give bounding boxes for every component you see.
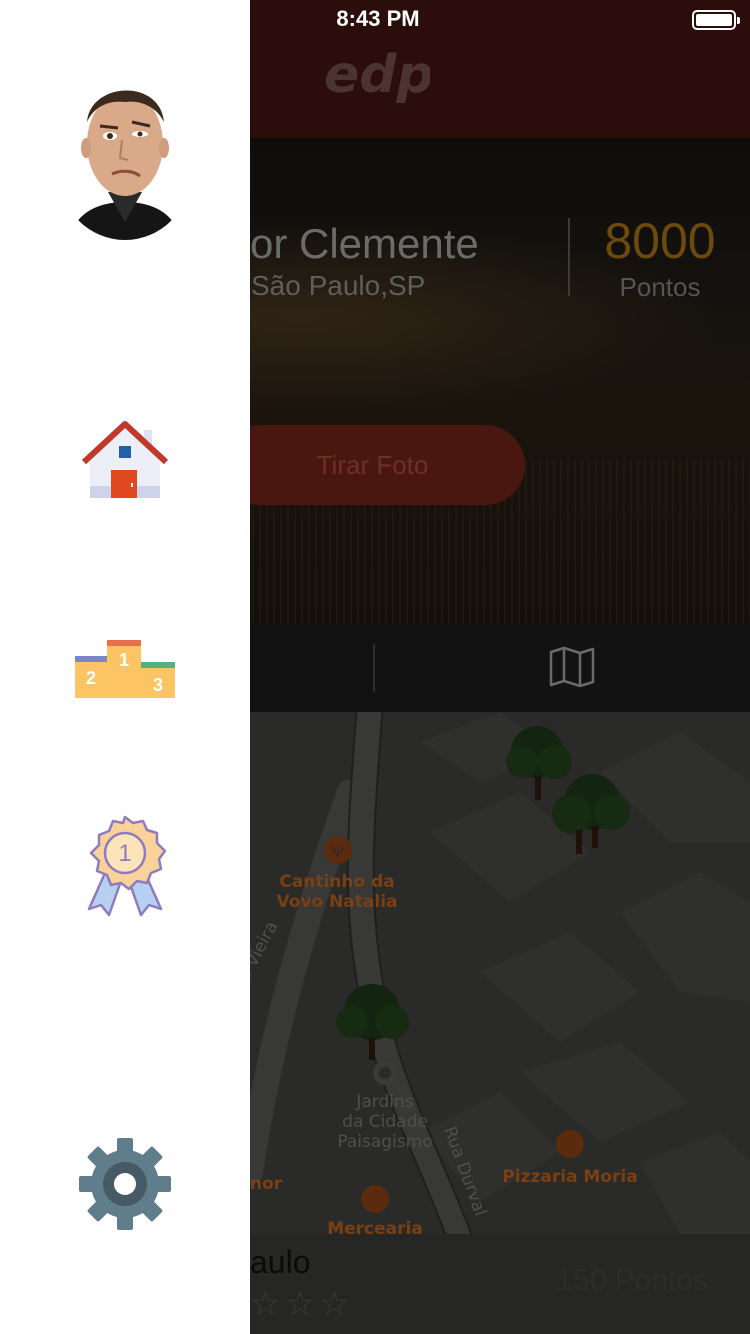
battery-icon <box>692 10 740 30</box>
rating-stars: ☆☆☆ <box>250 1285 354 1323</box>
place-label[interactable]: Pizzaria Moria <box>500 1167 640 1187</box>
user-location: São Paulo,SP <box>251 270 426 301</box>
take-photo-button[interactable]: Tirar Foto <box>220 425 525 505</box>
drawer-item-home[interactable] <box>70 410 180 510</box>
drawer-item-ranking[interactable]: 1 2 3 <box>70 618 180 718</box>
drawer-item-settings[interactable] <box>70 1134 180 1234</box>
profile-divider <box>568 218 570 296</box>
podium-icon: 1 2 3 <box>75 640 175 698</box>
status-bar: 8:43 PM <box>0 0 750 40</box>
points-label: Pontos <box>619 272 701 302</box>
drawer-item-achievements[interactable]: 1 <box>70 815 180 917</box>
tab-divider <box>373 644 375 692</box>
svg-text:1: 1 <box>119 650 129 670</box>
svg-text:edp: edp <box>324 45 430 105</box>
place-label[interactable]: nor <box>246 1174 286 1194</box>
user-name: or Clemente <box>250 220 479 267</box>
place-label[interactable]: Cantinho da Vovo Natalia <box>272 872 402 912</box>
gear-icon <box>79 1138 171 1230</box>
status-time: 8:43 PM <box>336 6 420 31</box>
svg-text:Ψ: Ψ <box>332 842 345 861</box>
side-drawer: 1 2 3 1 <box>0 0 250 1334</box>
svg-text:1: 1 <box>118 840 131 867</box>
map-icon[interactable] <box>549 646 595 688</box>
svg-text:3: 3 <box>153 675 163 695</box>
avatar[interactable] <box>60 62 190 240</box>
place-label[interactable]: Jardins da Cidade Paisagismo <box>320 1092 450 1152</box>
take-photo-label: Tirar Foto <box>316 449 429 480</box>
place-card-title: aulo <box>250 1244 311 1280</box>
edp-logo: edp <box>324 45 430 105</box>
medal-icon: 1 <box>87 815 167 917</box>
points-value: 8000 <box>604 213 716 269</box>
avatar-image <box>60 62 190 240</box>
place-card-points: 150 Pontos <box>556 1264 708 1297</box>
svg-text:2: 2 <box>86 668 96 688</box>
home-icon <box>82 421 168 498</box>
